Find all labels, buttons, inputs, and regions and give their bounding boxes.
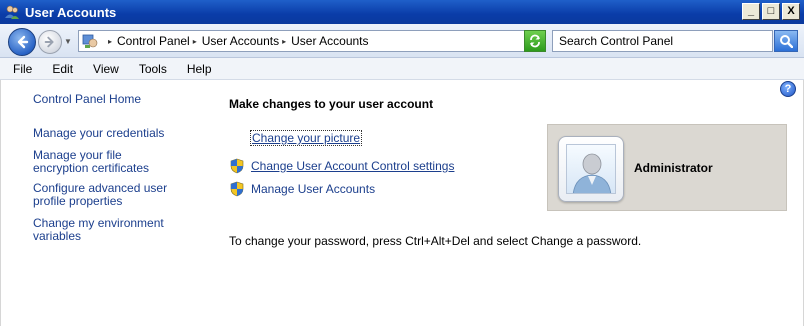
title-bar: User Accounts _ □ X — [0, 0, 804, 24]
search-input[interactable] — [559, 34, 759, 48]
avatar[interactable] — [558, 136, 624, 202]
refresh-button[interactable] — [524, 30, 546, 52]
task-uac-settings[interactable]: Change User Account Control settings — [229, 158, 454, 174]
back-button[interactable] — [8, 28, 36, 56]
forward-button[interactable] — [38, 30, 62, 54]
address-bar[interactable]: ▸ Control Panel ▸ User Accounts ▸ User A… — [78, 30, 545, 52]
menu-help[interactable]: Help — [181, 62, 220, 76]
search-box[interactable] — [552, 30, 773, 52]
user-accounts-icon — [5, 5, 19, 19]
breadcrumb-root-arrow-icon[interactable]: ▸ — [108, 37, 112, 46]
menu-file[interactable]: File — [7, 62, 40, 76]
task-change-picture[interactable]: Change your picture — [250, 130, 363, 146]
uac-shield-icon — [230, 181, 244, 197]
sidebar-link-credentials[interactable]: Manage your credentials — [33, 127, 213, 140]
maximize-button[interactable]: □ — [762, 3, 780, 20]
user-silhouette-icon — [572, 153, 612, 193]
search-icon — [780, 35, 793, 48]
menu-view[interactable]: View — [87, 62, 127, 76]
menu-tools[interactable]: Tools — [133, 62, 175, 76]
change-picture-link[interactable]: Change your picture — [250, 130, 363, 146]
help-icon[interactable]: ? — [780, 81, 796, 97]
recent-pages-dropdown[interactable]: ▼ — [64, 37, 72, 46]
menu-edit[interactable]: Edit — [46, 62, 81, 76]
address-toolbar: ▼ ▸ Control Panel ▸ User Accounts ▸ User… — [0, 24, 804, 58]
content-pane: ? Control Panel Home Manage your credent… — [0, 80, 804, 326]
password-note: To change your password, press Ctrl+Alt+… — [229, 234, 642, 248]
uac-shield-icon — [230, 158, 244, 174]
window-title: User Accounts — [25, 4, 117, 20]
breadcrumb-user-accounts-current[interactable]: User Accounts — [291, 34, 368, 48]
sidebar-link-environment-variables[interactable]: Change my environment variables — [33, 217, 213, 243]
menu-bar: File Edit View Tools Help — [0, 58, 804, 80]
task-manage-accounts[interactable]: Manage User Accounts — [229, 181, 375, 197]
user-picture — [566, 144, 616, 194]
page-heading: Make changes to your user account — [229, 97, 434, 111]
breadcrumb-separator-icon[interactable]: ▸ — [282, 37, 286, 46]
breadcrumb-separator-icon[interactable]: ▸ — [193, 37, 197, 46]
close-button[interactable]: X — [782, 3, 800, 20]
breadcrumb-user-accounts[interactable]: User Accounts — [202, 34, 279, 48]
window-controls: _ □ X — [742, 3, 800, 20]
manage-accounts-link[interactable]: Manage User Accounts — [251, 182, 375, 196]
user-name: Administrator — [634, 161, 713, 175]
sidebar-link-profile-properties[interactable]: Configure advanced user profile properti… — [33, 182, 198, 208]
search-button[interactable] — [774, 30, 798, 52]
minimize-button[interactable]: _ — [742, 3, 760, 20]
sidebar-link-encryption-certificates[interactable]: Manage your file encryption certificates — [33, 149, 178, 175]
user-tile: Administrator — [547, 124, 787, 211]
back-arrow-icon — [17, 35, 29, 49]
breadcrumb-control-panel[interactable]: Control Panel — [117, 34, 190, 48]
sidebar-link-control-panel-home[interactable]: Control Panel Home — [33, 93, 213, 106]
control-panel-icon — [82, 34, 98, 48]
refresh-icon — [530, 34, 540, 48]
forward-arrow-icon — [44, 36, 54, 48]
uac-settings-link[interactable]: Change User Account Control settings — [251, 159, 454, 173]
